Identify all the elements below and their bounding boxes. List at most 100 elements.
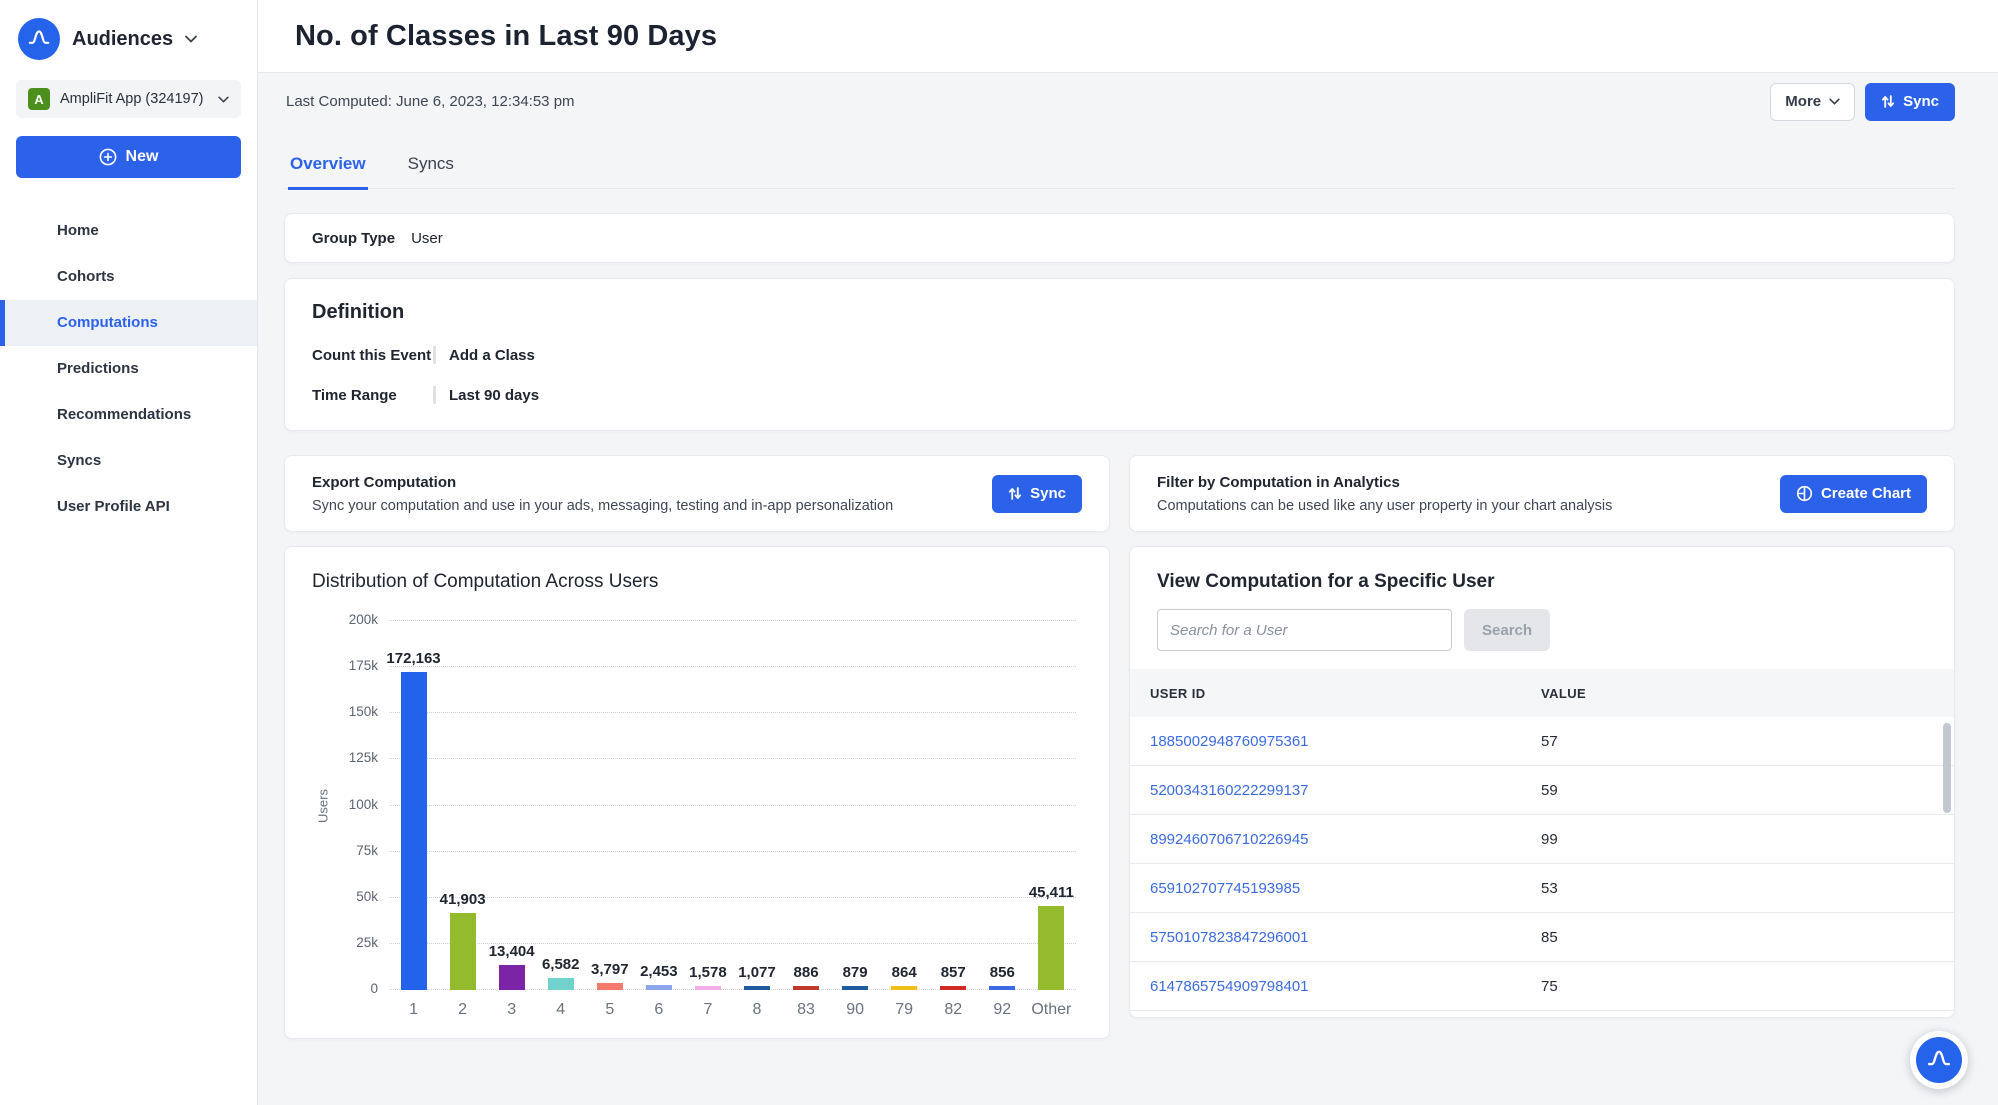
x-tick-label: 3 xyxy=(507,1001,516,1019)
bar-83[interactable] xyxy=(793,986,819,991)
bar-value-label: 857 xyxy=(941,964,966,981)
app-name: AmpliFit App (324197) xyxy=(60,91,208,107)
table-row: 65910270774519398553 xyxy=(1130,864,1954,913)
bar-79[interactable] xyxy=(891,986,917,991)
user-value: 75 xyxy=(1541,978,1558,995)
group-type-card: Group Type User xyxy=(284,213,1955,263)
user-id-link[interactable]: 5750107823847296001 xyxy=(1150,929,1541,946)
bar-value-label: 879 xyxy=(843,964,868,981)
user-id-link[interactable]: 6147865754909798401 xyxy=(1150,978,1541,995)
sync-arrows-icon xyxy=(1881,94,1895,109)
sidebar-item-predictions[interactable]: Predictions xyxy=(0,346,257,392)
bar-8[interactable] xyxy=(744,986,770,991)
user-lookup-title: View Computation for a Specific User xyxy=(1130,571,1954,593)
page-header: No. of Classes in Last 90 Days xyxy=(258,0,1998,73)
sidebar-item-syncs[interactable]: Syncs xyxy=(0,438,257,484)
bar-value-label: 45,411 xyxy=(1029,884,1074,901)
bar-group-82: 85782 xyxy=(940,621,966,990)
bar-value-label: 1,578 xyxy=(689,964,727,981)
user-search-input[interactable] xyxy=(1157,609,1452,651)
bar-3[interactable] xyxy=(499,965,525,990)
bar-2[interactable] xyxy=(450,913,476,990)
user-id-link[interactable]: 659102707745193985 xyxy=(1150,880,1541,897)
bar-value-label: 2,453 xyxy=(640,963,678,980)
amplitude-logo-icon xyxy=(1916,1037,1962,1083)
bar-value-label: 6,582 xyxy=(542,956,580,973)
bar-group-79: 86479 xyxy=(891,621,917,990)
definition-card: Definition Count this EventAdd a ClassTi… xyxy=(284,278,1955,431)
user-lookup-card: View Computation for a Specific User Sea… xyxy=(1129,546,1955,1018)
sidebar-item-home[interactable]: Home xyxy=(0,208,257,254)
user-id-link[interactable]: 1885002948760975361 xyxy=(1150,733,1541,750)
bar-group-3: 13,4043 xyxy=(499,621,525,990)
new-button[interactable]: New xyxy=(16,136,241,178)
y-tick-label: 125k xyxy=(332,750,378,765)
user-search-button[interactable]: Search xyxy=(1464,609,1550,651)
table-row: 614786575490979840175 xyxy=(1130,962,1954,1011)
sync-arrows-icon xyxy=(1008,486,1022,501)
divider xyxy=(433,386,436,404)
y-axis-label: Users xyxy=(312,621,334,990)
chart-plot: 025k50k75k100k125k150k175k200k172,163141… xyxy=(389,621,1076,990)
definition-row-value: Last 90 days xyxy=(449,387,539,404)
bar-group-7: 1,5787 xyxy=(695,621,721,990)
y-tick-label: 50k xyxy=(332,889,378,904)
sidebar-item-user-profile-api[interactable]: User Profile API xyxy=(0,484,257,530)
bar-4[interactable] xyxy=(548,978,574,990)
x-tick-label: 1 xyxy=(409,1001,418,1019)
divider xyxy=(433,346,436,364)
x-tick-label: 8 xyxy=(753,1001,762,1019)
bar-other[interactable] xyxy=(1038,906,1064,990)
toolbar: Last Computed: June 6, 2023, 12:34:53 pm… xyxy=(258,73,1998,130)
bar-90[interactable] xyxy=(842,986,868,991)
x-tick-label: 83 xyxy=(797,1001,815,1019)
y-tick-label: 150k xyxy=(332,704,378,719)
export-card-description: Sync your computation and use in your ad… xyxy=(312,498,976,514)
sidebar-item-cohorts[interactable]: Cohorts xyxy=(0,254,257,300)
amplitude-assistant-button[interactable] xyxy=(1910,1031,1968,1089)
bar-value-label: 886 xyxy=(794,964,819,981)
bar-group-2: 41,9032 xyxy=(450,621,476,990)
table-scrollbar[interactable] xyxy=(1943,723,1951,963)
x-tick-label: 82 xyxy=(944,1001,962,1019)
tab-syncs[interactable]: Syncs xyxy=(406,154,456,190)
x-tick-label: 7 xyxy=(703,1001,712,1019)
table-row: 899246070671022694599 xyxy=(1130,815,1954,864)
y-tick-label: 100k xyxy=(332,797,378,812)
more-button[interactable]: More xyxy=(1770,83,1855,121)
sidebar-item-recommendations[interactable]: Recommendations xyxy=(0,392,257,438)
sidebar-item-computations[interactable]: Computations xyxy=(0,300,257,346)
last-computed-text: Last Computed: June 6, 2023, 12:34:53 pm xyxy=(286,93,575,110)
app-selector[interactable]: A AmpliFit App (324197) xyxy=(16,80,241,118)
bar-92[interactable] xyxy=(989,986,1015,991)
export-sync-button[interactable]: Sync xyxy=(992,475,1082,513)
bar-group-90: 87990 xyxy=(842,621,868,990)
table-row: 575010782384729600185 xyxy=(1130,913,1954,962)
bar-5[interactable] xyxy=(597,983,623,990)
user-table-body: 188500294876097536157 5200343160222299137… xyxy=(1130,717,1954,1011)
definition-row: Count this EventAdd a Class xyxy=(312,346,1927,364)
user-value: 53 xyxy=(1541,880,1558,897)
main-area: No. of Classes in Last 90 Days Last Comp… xyxy=(258,0,1998,1105)
bar-group-4: 6,5824 xyxy=(548,621,574,990)
bar-group-6: 2,4536 xyxy=(646,621,672,990)
bar-7[interactable] xyxy=(695,986,721,991)
x-tick-label: Other xyxy=(1031,1001,1071,1019)
user-id-link[interactable]: 5200343160222299137 xyxy=(1150,782,1541,799)
amplitude-logo-icon xyxy=(18,18,60,60)
bar-value-label: 864 xyxy=(892,964,917,981)
tab-overview[interactable]: Overview xyxy=(288,154,368,190)
scrollbar-thumb[interactable] xyxy=(1943,723,1951,813)
bar-82[interactable] xyxy=(940,986,966,991)
workspace-switcher[interactable]: Audiences xyxy=(0,0,257,74)
bar-1[interactable] xyxy=(401,672,427,990)
definition-row-value: Add a Class xyxy=(449,347,535,364)
bar-6[interactable] xyxy=(646,985,672,990)
bar-group-5: 3,7975 xyxy=(597,621,623,990)
app-avatar: A xyxy=(28,88,50,110)
table-row: 188500294876097536157 xyxy=(1130,717,1954,766)
sync-button[interactable]: Sync xyxy=(1865,83,1955,121)
create-chart-button[interactable]: Create Chart xyxy=(1780,475,1927,513)
user-id-link[interactable]: 8992460706710226945 xyxy=(1150,831,1541,848)
sidebar-nav: HomeCohortsComputationsPredictionsRecomm… xyxy=(0,208,257,530)
